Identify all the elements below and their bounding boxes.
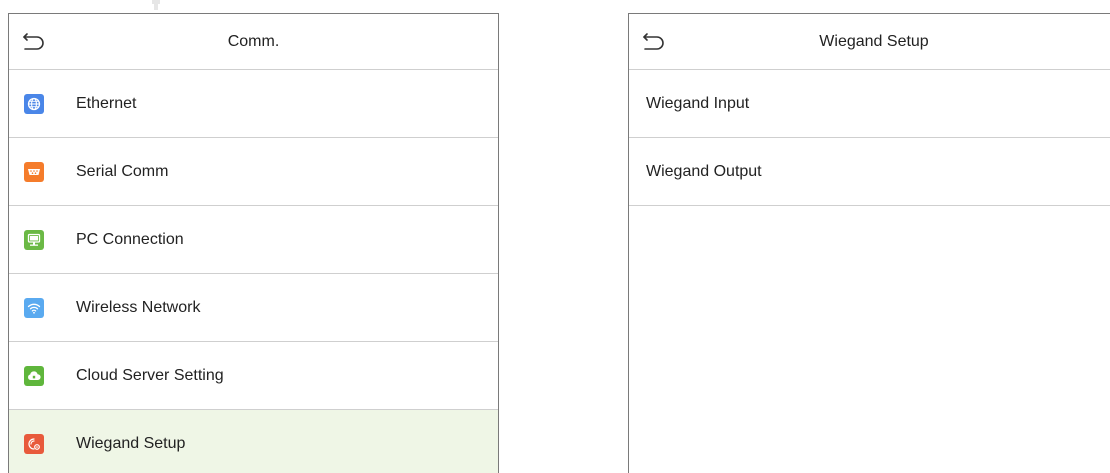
page-title: Wiegand Setup	[819, 32, 929, 50]
menu-item-serial-comm[interactable]: Serial Comm	[9, 138, 498, 206]
menu-item-wiegand-output[interactable]: Wiegand Output	[629, 138, 1110, 206]
menu-item-wiegand-input[interactable]: Wiegand Input	[629, 70, 1110, 138]
menu-item-label: Ethernet	[76, 94, 137, 112]
wifi-icon	[24, 297, 44, 318]
comm-title-bar: Comm.	[9, 14, 498, 70]
menu-item-wiegand-setup[interactable]: Wiegand Setup	[9, 410, 498, 473]
menu-item-label: Wiegand Setup	[76, 434, 186, 452]
connector-mark	[152, 0, 160, 10]
globe-icon	[24, 93, 44, 114]
wiegand-icon	[24, 433, 44, 454]
menu-item-label: Wiegand Input	[646, 94, 750, 112]
cloud-icon	[24, 365, 44, 386]
menu-item-cloud-server-setting[interactable]: Cloud Server Setting	[9, 342, 498, 410]
menu-item-ethernet[interactable]: Ethernet	[9, 70, 498, 138]
menu-item-label: PC Connection	[76, 230, 184, 248]
serial-port-icon	[24, 161, 44, 182]
wiegand-title-bar: Wiegand Setup	[629, 14, 1110, 70]
menu-item-label: Wiegand Output	[646, 162, 762, 180]
menu-item-label: Wireless Network	[76, 298, 201, 316]
back-arrow-icon[interactable]	[21, 30, 47, 52]
menu-item-label: Serial Comm	[76, 162, 169, 180]
page-title: Comm.	[227, 32, 280, 50]
menu-item-pc-connection[interactable]: PC Connection	[9, 206, 498, 274]
menu-item-label: Cloud Server Setting	[76, 366, 224, 384]
wiegand-setup-screen: Wiegand Setup Wiegand Input Wiegand Outp…	[628, 13, 1110, 473]
back-arrow-icon[interactable]	[641, 30, 667, 52]
menu-item-wireless-network[interactable]: Wireless Network	[9, 274, 498, 342]
monitor-icon	[24, 229, 44, 250]
comm-screen: Comm. Ethernet Serial Comm PC Connection…	[8, 13, 499, 473]
